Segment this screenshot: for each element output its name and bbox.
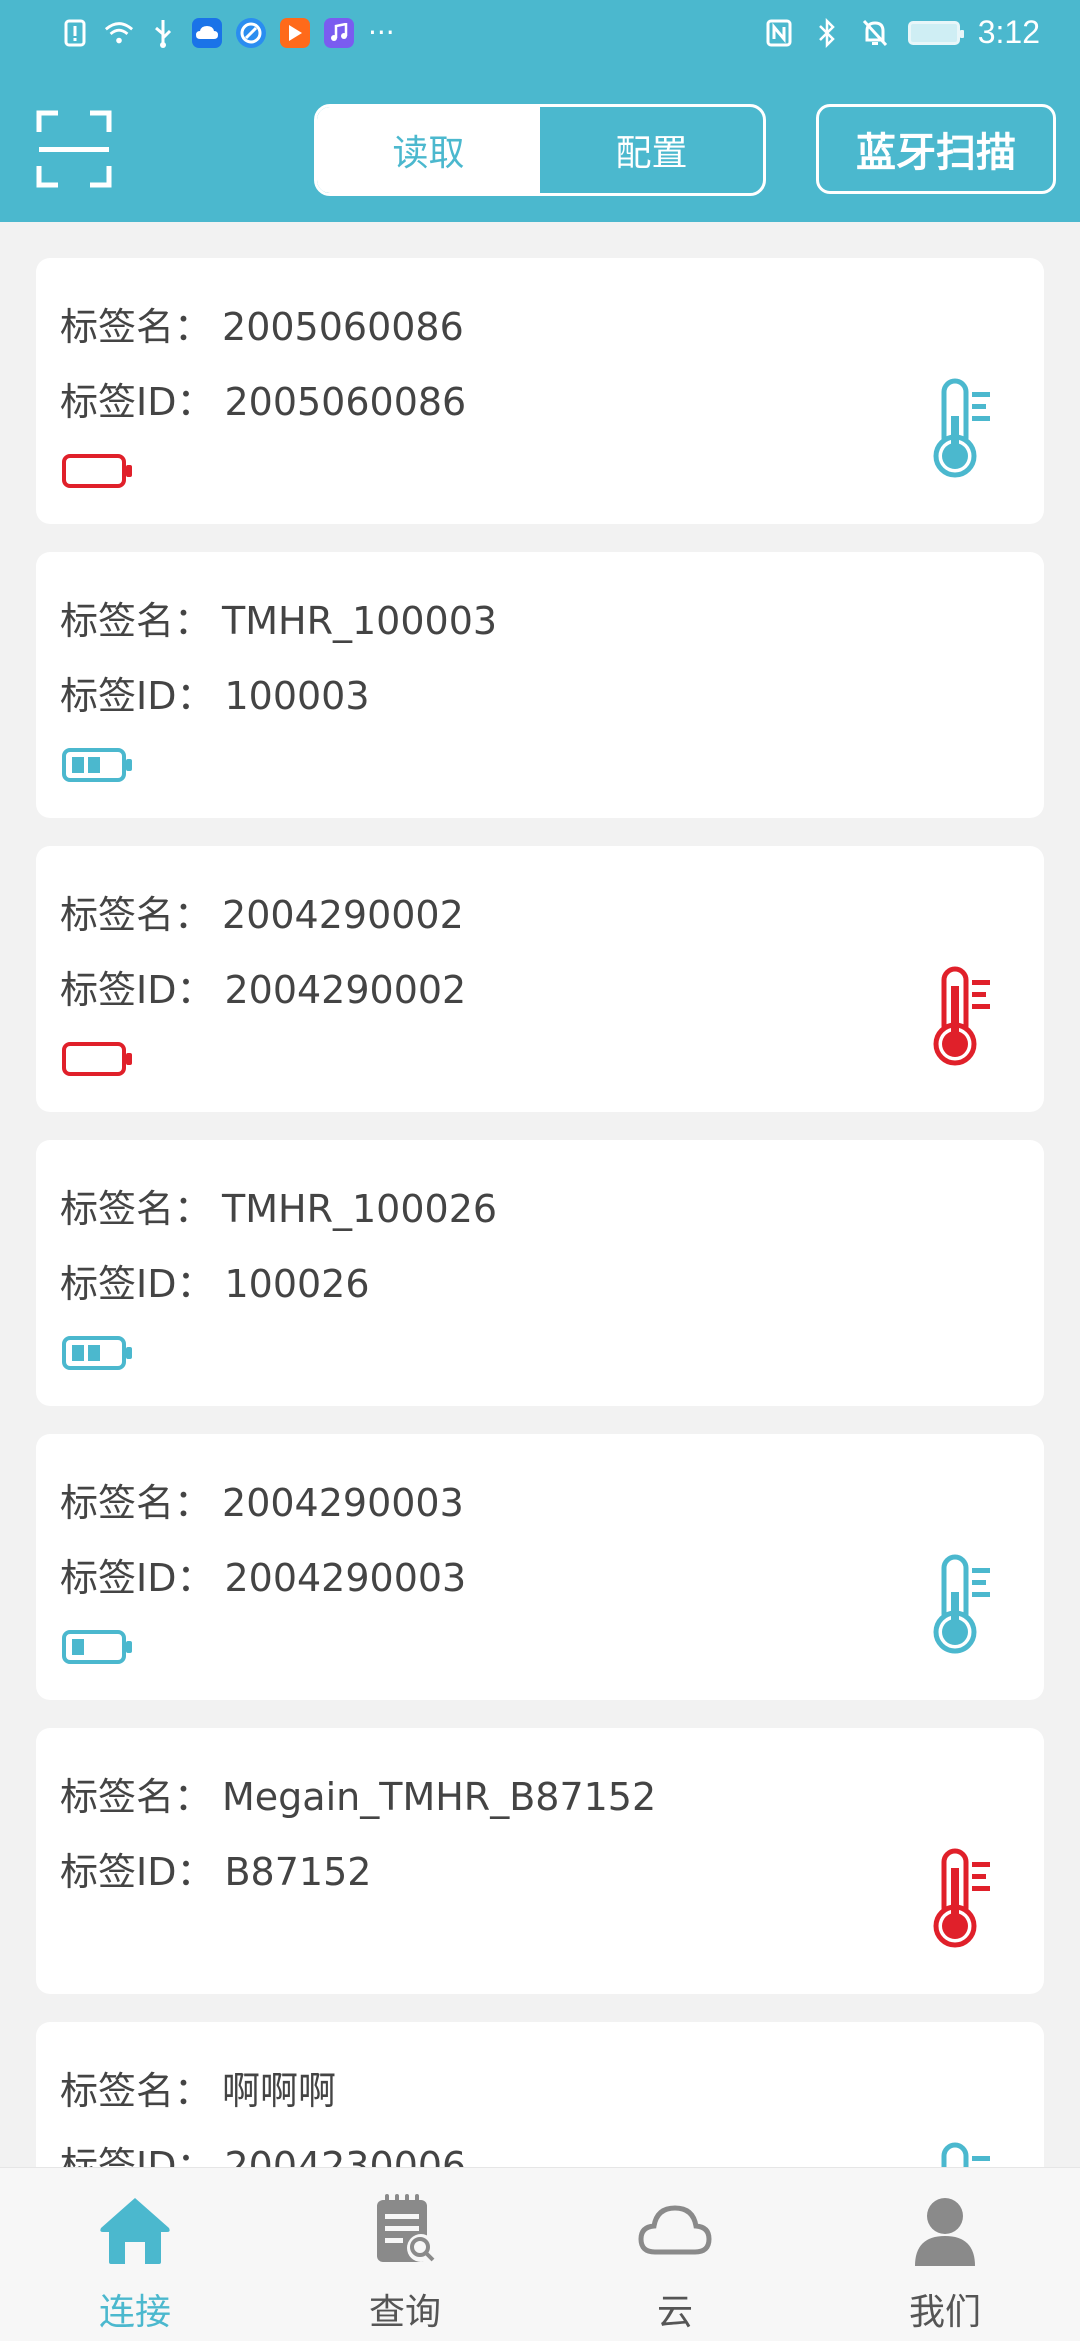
- tag-card[interactable]: 标签名： 2004290003 标签ID： 2004290003: [36, 1434, 1044, 1700]
- tag-id-value: 2004230006: [224, 2144, 467, 2167]
- tag-id-value: 2005060086: [224, 380, 467, 424]
- nav-query[interactable]: 查询: [270, 2168, 540, 2341]
- tag-id-row: 标签ID： 2005060086: [60, 371, 466, 426]
- status-bar: ··· 3:12: [0, 0, 1080, 72]
- tag-id-row: 标签ID： 2004290003: [60, 1547, 466, 1602]
- thermometer-red-icon: [933, 1848, 990, 1948]
- tag-name-row: 标签名： Megain_TMHR_B87152: [60, 1766, 656, 1821]
- tag-name-label: 标签名：: [60, 1775, 213, 1819]
- thermometer-blue-icon: [933, 1554, 990, 1654]
- tag-list[interactable]: 标签名： 2005060086 标签ID： 2005060086 标签名： TMHR_…: [0, 222, 1080, 2167]
- nav-connect[interactable]: 连接: [0, 2168, 270, 2341]
- nav-connect-label: 连接: [98, 2292, 171, 2333]
- music-app-icon: [324, 17, 354, 48]
- tag-name-label: 标签名：: [60, 599, 213, 643]
- document-search-icon: [377, 2194, 435, 2262]
- tag-name-row: 标签名： 啊啊啊: [60, 2060, 336, 2115]
- nav-cloud[interactable]: 云: [540, 2168, 810, 2341]
- tag-id-value: 100003: [224, 674, 370, 718]
- tag-id-row: 标签ID： 100003: [60, 665, 370, 720]
- tag-card[interactable]: 标签名： Megain_TMHR_B87152 标签ID： B87152: [36, 1728, 1044, 1994]
- battery-low-icon: [62, 1042, 132, 1076]
- home-icon: [100, 2198, 170, 2264]
- tag-id-label: 标签ID：: [60, 1262, 215, 1306]
- tag-id-label: 标签ID：: [60, 1850, 215, 1894]
- battery-medium-icon: [62, 1336, 132, 1370]
- tag-id-label: 标签ID：: [60, 968, 215, 1012]
- tag-name-value: 2005060086: [222, 305, 464, 349]
- tag-name-value: 2004290002: [222, 893, 464, 937]
- tag-card[interactable]: 标签名： 啊啊啊 标签ID： 2004230006: [36, 2022, 1044, 2167]
- tab-config[interactable]: 配置: [540, 107, 763, 193]
- tag-id-label: 标签ID：: [60, 2144, 215, 2167]
- tag-id-value: 2004290003: [224, 1556, 467, 1600]
- tag-id-label: 标签ID：: [60, 1556, 215, 1600]
- tag-id-row: 标签ID： B87152: [60, 1841, 371, 1896]
- nfc-icon: [764, 18, 794, 48]
- tag-name-label: 标签名：: [60, 1481, 213, 1525]
- cloud-icon: [638, 2205, 712, 2255]
- tag-name-label: 标签名：: [60, 893, 213, 937]
- qr-scan-icon[interactable]: [36, 110, 112, 188]
- clock: 3:12: [977, 14, 1040, 50]
- nav-cloud-label: 云: [656, 2292, 693, 2333]
- tag-name-row: 标签名： TMHR_100026: [60, 1178, 497, 1233]
- status-icons-left: ···: [60, 16, 395, 49]
- tag-name-label: 标签名：: [60, 305, 213, 349]
- app-header: ··· 3:12 读取 配置 蓝牙扫描: [0, 0, 1080, 222]
- bottom-navigation: 连接 查询 云 我们: [0, 2167, 1080, 2341]
- nav-query-label: 查询: [368, 2292, 441, 2333]
- bluetooth-scan-button[interactable]: 蓝牙扫描: [816, 104, 1056, 194]
- battery-one-bar-icon: [62, 1630, 132, 1664]
- tag-card[interactable]: 标签名： 2004290002 标签ID： 2004290002: [36, 846, 1044, 1112]
- video-app-icon: [280, 17, 310, 48]
- nav-about[interactable]: 我们: [810, 2168, 1080, 2341]
- tab-read[interactable]: 读取: [317, 107, 540, 193]
- mode-segmented-control: 读取 配置: [314, 104, 766, 196]
- battery-status-icon: [907, 20, 964, 45]
- battery-medium-icon: [62, 748, 132, 782]
- thermometer-blue-icon: [941, 2142, 990, 2167]
- tag-card[interactable]: 标签名： TMHR_100026 标签ID： 100026: [36, 1140, 1044, 1406]
- tag-id-row: 标签ID： 2004230006: [60, 2135, 466, 2167]
- tag-id-label: 标签ID：: [60, 674, 215, 718]
- thermometer-blue-icon: [933, 378, 990, 478]
- tag-name-value: Megain_TMHR_B87152: [222, 1775, 657, 1819]
- tag-id-label: 标签ID：: [60, 380, 215, 424]
- tag-id-row: 标签ID： 100026: [60, 1253, 370, 1308]
- battery-low-icon: [62, 454, 132, 488]
- bluetooth-icon: [812, 17, 842, 48]
- wifi-icon: [104, 18, 134, 48]
- tag-name-value: 啊啊啊: [222, 2069, 337, 2113]
- tag-id-value: 100026: [224, 1262, 370, 1306]
- cloud-app-icon: [192, 17, 222, 48]
- tag-id-value: B87152: [224, 1850, 372, 1894]
- tag-name-label: 标签名：: [60, 2069, 213, 2113]
- tag-name-row: 标签名： 2005060086: [60, 296, 464, 351]
- tag-name-row: 标签名： 2004290003: [60, 1472, 464, 1527]
- browser-app-icon: [236, 17, 266, 48]
- usb-icon: [148, 18, 178, 48]
- tag-name-value: 2004290003: [222, 1481, 464, 1525]
- nav-about-label: 我们: [908, 2292, 981, 2333]
- thermometer-red-icon: [933, 966, 990, 1066]
- tag-name-value: TMHR_100026: [222, 1187, 498, 1231]
- tag-card[interactable]: 标签名： 2005060086 标签ID： 2005060086: [36, 258, 1044, 524]
- tag-name-row: 标签名： TMHR_100003: [60, 590, 497, 645]
- user-icon: [915, 2198, 975, 2266]
- mute-bell-icon: [860, 18, 890, 48]
- alert-icon: [60, 18, 90, 48]
- tag-id-row: 标签ID： 2004290002: [60, 959, 466, 1014]
- status-icons-right: 3:12: [764, 14, 1040, 51]
- more-notifications: ···: [368, 16, 395, 49]
- tag-name-row: 标签名： 2004290002: [60, 884, 464, 939]
- tag-name-label: 标签名：: [60, 1187, 213, 1231]
- tag-id-value: 2004290002: [224, 968, 467, 1012]
- tag-card[interactable]: 标签名： TMHR_100003 标签ID： 100003: [36, 552, 1044, 818]
- tag-name-value: TMHR_100003: [222, 599, 498, 643]
